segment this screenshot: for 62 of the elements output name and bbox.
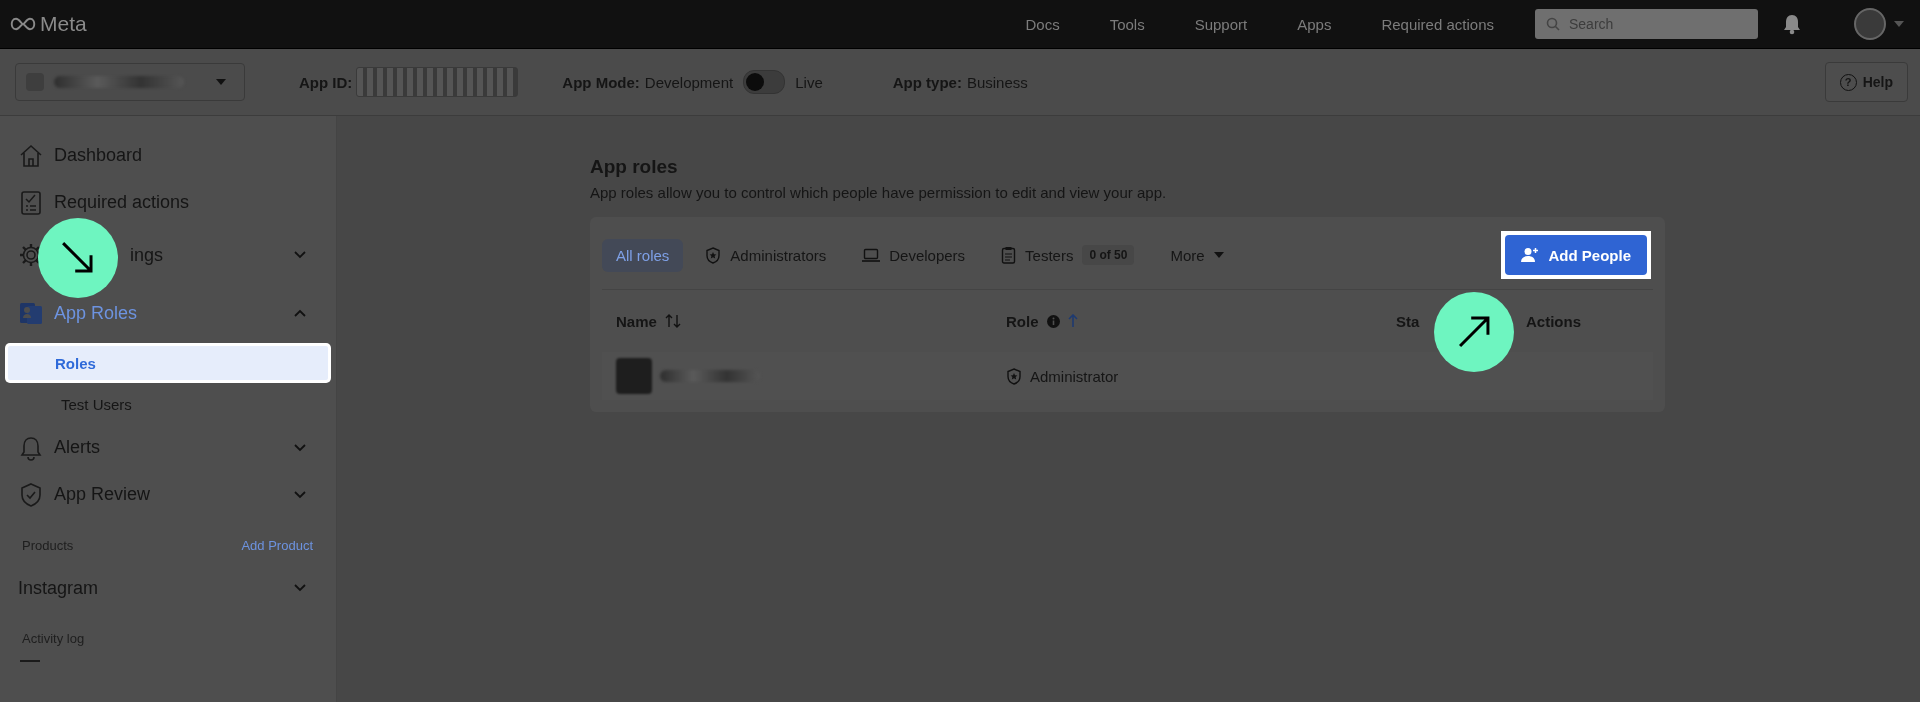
sidebar-item[interactable]: ings — [0, 226, 336, 284]
checklist-icon — [18, 189, 44, 216]
app-selector[interactable] — [15, 63, 245, 101]
sidebar-subitem[interactable]: Roles — [8, 346, 328, 380]
sidebar-label: App Roles — [54, 302, 139, 324]
chevron-down-icon[interactable] — [294, 490, 306, 499]
clipboard-icon — [1001, 246, 1017, 264]
bell-icon[interactable] — [1782, 13, 1802, 35]
sidebar-item[interactable]: Dashboard — [0, 132, 336, 179]
caret-icon — [1213, 252, 1224, 258]
chevron-down-icon[interactable] — [294, 443, 306, 452]
role-tab[interactable]: Developers — [848, 238, 980, 272]
bell-icon — [18, 434, 44, 461]
avatar-circle[interactable] — [1854, 8, 1886, 40]
caret-icon — [216, 79, 226, 85]
logo-text[interactable]: Meta — [40, 12, 87, 36]
column-header[interactable]: Actions — [1526, 312, 1581, 330]
chevron-down-icon[interactable] — [294, 251, 306, 259]
nav-link[interactable]: Apps — [1272, 15, 1357, 33]
chevron-down-icon[interactable] — [294, 584, 306, 592]
nav-link[interactable]: Required actions — [1356, 15, 1519, 33]
help-button[interactable]: ? Help — [1824, 62, 1908, 102]
sidebar-item[interactable]: App Roles — [0, 284, 336, 342]
sidebar-item[interactable]: Alerts — [0, 424, 336, 471]
nav-link[interactable]: Docs — [1000, 15, 1085, 33]
house-icon — [18, 142, 44, 169]
nav-link[interactable]: Tools — [1084, 15, 1170, 33]
more-dropdown[interactable]: More — [1156, 238, 1238, 272]
live-toggle[interactable] — [743, 70, 786, 94]
sidebar-item[interactable]: App Review — [0, 471, 336, 518]
column-header[interactable]: Sta — [1396, 312, 1420, 330]
id-cards-icon — [18, 300, 44, 326]
add-product-link[interactable]: Add Product — [241, 538, 313, 553]
shield-check-icon — [18, 481, 44, 508]
nav-link[interactable]: Support — [1169, 15, 1273, 33]
column-header[interactable]: Role — [1006, 312, 1078, 330]
role-cell: Administrator — [1030, 367, 1119, 385]
info-icon — [1046, 314, 1060, 328]
role-tab[interactable]: Administrators — [691, 238, 841, 272]
infinity-logo-icon — [10, 17, 36, 31]
chevron-up-icon[interactable] — [294, 309, 306, 317]
sidebar-label: Dashboard — [54, 145, 144, 166]
person-plus-icon — [1521, 247, 1540, 263]
sidebar-label: ings — [129, 244, 165, 266]
laptop-icon — [862, 247, 881, 263]
sidebar-item[interactable]: Instagram — [0, 563, 336, 613]
add-people-button[interactable]: Add People — [1505, 235, 1647, 275]
sidebar-label: Alerts — [54, 437, 101, 458]
sort-up-arrow-icon[interactable] — [1067, 314, 1078, 328]
shield-star-icon — [1006, 367, 1022, 385]
sidebar-label: Required actions — [54, 192, 191, 213]
sidebar-label: App Review — [54, 484, 152, 505]
search-icon — [1546, 17, 1560, 31]
role-tab[interactable]: All roles — [602, 238, 684, 272]
sidebar-label: Instagram — [18, 577, 100, 599]
column-header[interactable]: Name — [616, 312, 681, 330]
sidebar-subitem[interactable]: Test Users — [6, 384, 330, 424]
shield-star-icon — [705, 246, 722, 264]
caret-icon[interactable] — [1894, 21, 1904, 27]
sort-arrows-icon[interactable] — [664, 314, 681, 328]
blurred-avatar — [616, 358, 652, 394]
sidebar-item[interactable]: Required actions — [0, 179, 336, 226]
